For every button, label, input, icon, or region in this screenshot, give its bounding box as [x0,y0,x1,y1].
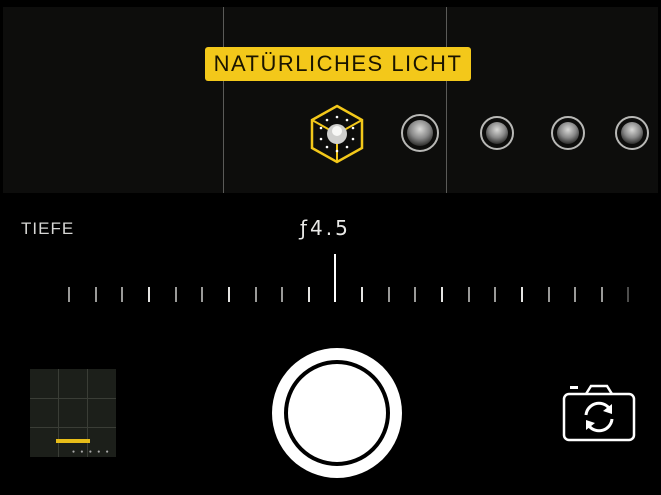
grid-line-left [223,7,225,193]
natural-light-icon[interactable] [306,103,368,165]
dial-tick [121,287,123,302]
dial-tick [201,287,203,302]
stage-light-mono-icon[interactable] [615,116,649,150]
depth-label: TIEFE [21,219,75,238]
dial-tick [308,287,310,302]
thumbnail-grid-line [30,427,116,428]
shutter-inner-ring [284,360,390,466]
dial-tick [148,287,150,302]
stage-light-icon[interactable] [551,116,585,150]
dial-tick [228,287,230,302]
last-photo-thumbnail[interactable]: ● ● ● ● ● [30,369,116,457]
switch-camera-icon[interactable] [562,382,636,444]
thumbnail-grid-line [87,369,88,457]
dial-tick [574,287,576,302]
studio-light-icon[interactable] [401,114,439,152]
dial-tick [414,287,416,302]
thumbnail-lighting-icons: ● ● ● ● ● [72,449,111,455]
dial-tick [68,287,70,302]
lighting-mode-selector[interactable] [3,104,658,164]
lighting-mode-label: NATÜRLICHES LICHT [205,47,471,81]
dial-tick [361,287,363,302]
dial-indicator [334,254,336,302]
camera-viewfinder[interactable]: NATÜRLICHES LICHT [3,7,658,193]
dial-tick [468,287,470,302]
dial-tick [281,287,283,302]
contour-light-icon[interactable] [480,116,514,150]
thumbnail-grid-line [30,398,116,399]
dial-tick [601,287,603,302]
dial-tick [494,287,496,302]
thumbnail-grid-line [58,369,59,457]
dial-tick [441,287,443,302]
dial-tick [521,287,523,302]
grid-line-right [446,7,448,193]
dial-tick [548,287,550,302]
depth-control-dial[interactable] [0,250,661,310]
dial-tick [95,287,97,302]
dial-tick [175,287,177,302]
dial-tick [388,287,390,302]
dial-tick [627,287,629,302]
dial-tick [255,287,257,302]
aperture-value: ƒ4.5 [300,216,351,240]
shutter-button[interactable] [272,348,402,478]
thumbnail-lighting-label [56,439,90,443]
